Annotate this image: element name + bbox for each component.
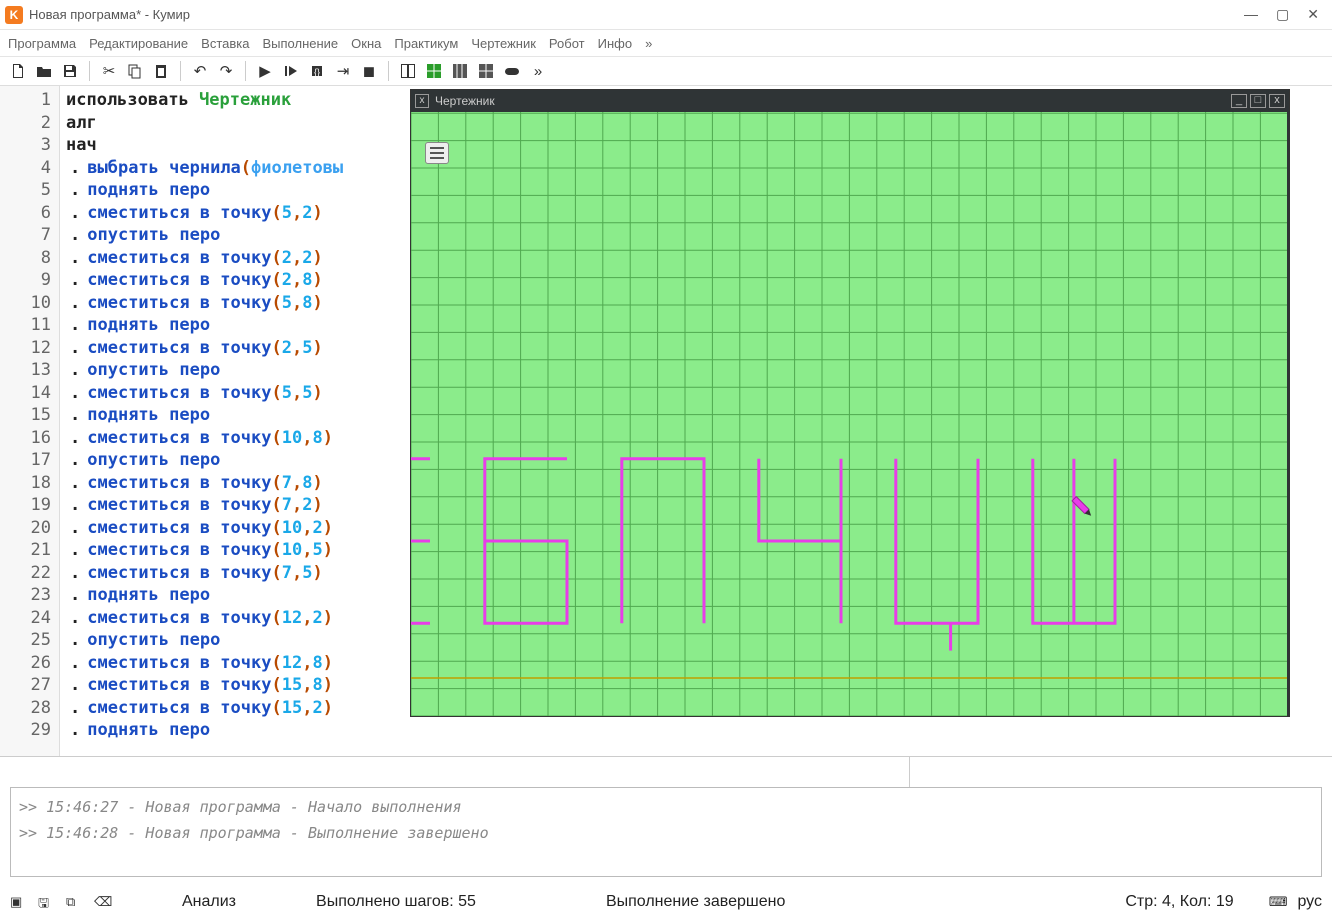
step-into-icon[interactable]: ⇥ <box>333 61 353 81</box>
menu-insert[interactable]: Вставка <box>201 36 249 51</box>
open-file-icon[interactable] <box>34 61 54 81</box>
pane-maximize-icon[interactable]: □ <box>1250 94 1266 108</box>
menu-drafter[interactable]: Чертежник <box>471 36 536 51</box>
run-step-icon[interactable] <box>281 61 301 81</box>
window-title: Новая программа* - Кумир <box>29 7 1244 22</box>
menu-program[interactable]: Программа <box>8 36 76 51</box>
pane-title-text: Чертежник <box>435 94 495 108</box>
grid3-icon[interactable] <box>450 61 470 81</box>
menu-info[interactable]: Инфо <box>598 36 632 51</box>
status-steps: Выполнено шагов: 55 <box>316 893 476 911</box>
new-file-icon[interactable] <box>8 61 28 81</box>
menu-bar: Программа Редактирование Вставка Выполне… <box>0 30 1332 56</box>
console-output[interactable]: >> 15:46:27 - Новая программа - Начало в… <box>10 787 1322 877</box>
grid2-icon[interactable] <box>424 61 444 81</box>
drafter-titlebar[interactable]: x Чертежник _ □ x <box>411 90 1289 112</box>
maximize-button[interactable]: ▢ <box>1276 6 1289 23</box>
status-cursor-pos: Стр: 4, Кол: 19 <box>1125 893 1233 911</box>
step-over-icon[interactable]: {} <box>307 61 327 81</box>
status-bar: ▣ 🖫 ⧉ ⌫ Анализ Выполнено шагов: 55 Выпол… <box>0 887 1332 917</box>
status-clear-icon[interactable]: ⌫ <box>94 894 112 910</box>
copy-icon[interactable] <box>125 61 145 81</box>
save-file-icon[interactable] <box>60 61 80 81</box>
title-bar: K Новая программа* - Кумир — ▢ ✕ <box>0 0 1332 30</box>
status-terminal-icon[interactable]: ▣ <box>10 894 28 910</box>
gamepad-icon[interactable] <box>502 61 522 81</box>
drafter-canvas[interactable] <box>411 112 1287 716</box>
menu-more[interactable]: » <box>645 36 652 51</box>
app-logo: K <box>5 6 23 24</box>
close-button[interactable]: ✕ <box>1307 6 1319 23</box>
pane-minimize-icon[interactable]: _ <box>1231 94 1247 108</box>
line-gutter: 1234567891011121314151617181920212223242… <box>0 86 60 756</box>
status-copy-icon[interactable]: ⧉ <box>66 894 84 910</box>
grid4-icon[interactable] <box>476 61 496 81</box>
menu-robot[interactable]: Робот <box>549 36 585 51</box>
status-keyboard-icon: ⌨ <box>1269 894 1288 910</box>
cut-icon[interactable]: ✂ <box>99 61 119 81</box>
run-icon[interactable]: ▶ <box>255 61 275 81</box>
workspace: 1234567891011121314151617181920212223242… <box>0 86 1332 757</box>
status-analysis: Анализ <box>182 893 236 911</box>
window-controls: — ▢ ✕ <box>1244 6 1327 23</box>
toolbar: ✂ ↶ ↷ ▶ {} ⇥ ◼ » <box>0 56 1332 86</box>
more-icon[interactable]: » <box>528 61 548 81</box>
status-save-icon[interactable]: 🖫 <box>38 894 56 910</box>
status-lang: рус <box>1297 893 1322 911</box>
menu-practicum[interactable]: Практикум <box>394 36 458 51</box>
menu-edit[interactable]: Редактирование <box>89 36 188 51</box>
undo-icon[interactable]: ↶ <box>190 61 210 81</box>
paste-icon[interactable] <box>151 61 171 81</box>
pane-close2-icon[interactable]: x <box>1269 94 1285 108</box>
drafter-panel: x Чертежник _ □ x <box>410 89 1290 717</box>
canvas-menu-icon[interactable] <box>425 142 449 164</box>
grid1-icon[interactable] <box>398 61 418 81</box>
stop-icon[interactable]: ◼ <box>359 61 379 81</box>
redo-icon[interactable]: ↷ <box>216 61 236 81</box>
status-done: Выполнение завершено <box>606 893 785 911</box>
menu-run[interactable]: Выполнение <box>262 36 338 51</box>
svg-text:{}: {} <box>314 67 320 77</box>
menu-windows[interactable]: Окна <box>351 36 381 51</box>
pane-close-icon[interactable]: x <box>415 94 429 108</box>
minimize-button[interactable]: — <box>1244 6 1258 23</box>
